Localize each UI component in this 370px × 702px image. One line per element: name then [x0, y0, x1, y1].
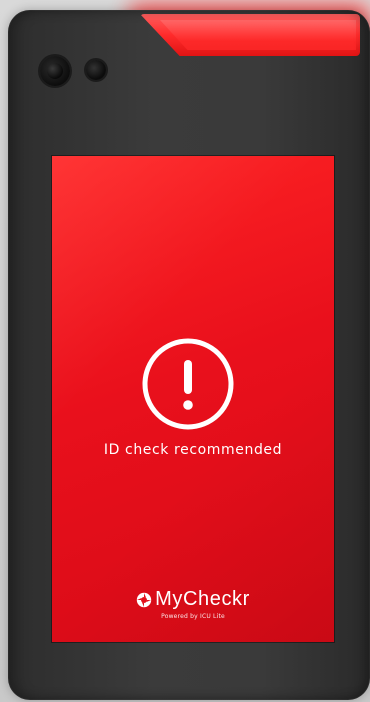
brand-subtitle: Powered by ICU Lite — [161, 612, 225, 620]
device-screen[interactable]: ID check recommended MyCheckr Powered by… — [52, 156, 334, 642]
status-message: ID check recommended — [103, 442, 283, 458]
shutter-logo-icon — [136, 592, 152, 607]
brand-block: MyCheckr Powered by ICU Lite — [52, 588, 334, 620]
alert-circle-icon — [142, 338, 234, 430]
brand-name: MyCheckr — [155, 588, 250, 610]
camera-lens-inner — [47, 63, 63, 79]
brand-row: MyCheckr — [136, 588, 250, 611]
status-led-highlight — [160, 20, 356, 50]
sensor-icon — [86, 60, 106, 80]
scene: ID check recommended MyCheckr Powered by… — [0, 0, 370, 702]
camera-lens-icon — [40, 56, 70, 86]
